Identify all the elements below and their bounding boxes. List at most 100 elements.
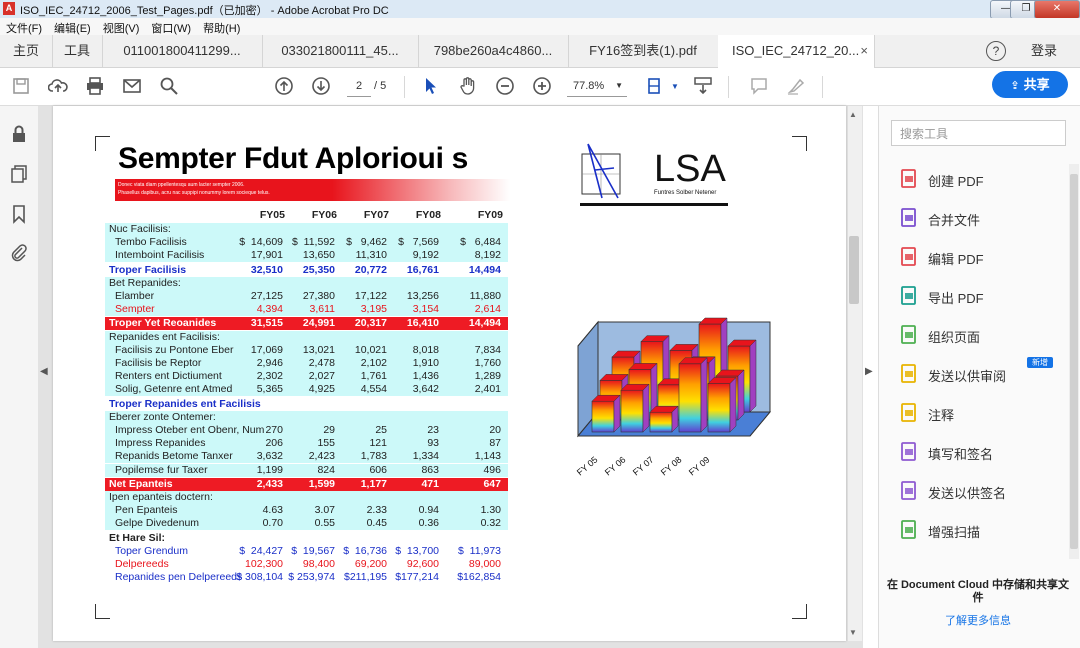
tool-item[interactable]: 合并文件 (899, 205, 1074, 233)
toolbar-divider (822, 76, 823, 98)
select-cursor-icon[interactable] (420, 76, 442, 98)
help-icon[interactable]: ? (986, 41, 1006, 61)
tool-item[interactable]: 发送以供签名 (899, 478, 1074, 506)
table-cell: 14,494 (468, 317, 501, 330)
table-cell: 2,401 (474, 383, 501, 396)
tools-pane-scroll-thumb[interactable] (1070, 174, 1078, 549)
collapse-right-arrow-icon[interactable]: ▶ (865, 366, 873, 377)
zoom-out-icon[interactable] (494, 76, 516, 98)
upload-cloud-icon[interactable] (47, 76, 69, 98)
scroll-down-arrow-icon[interactable]: ▼ (849, 628, 857, 637)
chart-category-label: FY 08 (659, 455, 684, 478)
tab-document-2[interactable]: 033021800111_45... (262, 35, 419, 67)
tab-close-icon[interactable]: × (860, 35, 868, 67)
lock-icon[interactable] (9, 124, 29, 144)
email-icon[interactable] (121, 76, 143, 98)
login-link[interactable]: 登录 (1031, 35, 1057, 67)
table-row: Sempter 4,394 3,611 3,195 3,154 2,614 (105, 303, 508, 317)
column-header: FY07 (363, 209, 389, 221)
fit-chevron-icon[interactable]: ▼ (664, 76, 686, 98)
table-cell: 27,380 (302, 290, 335, 302)
share-button[interactable]: ⇪ 共享 (992, 71, 1068, 98)
table-cell: 89,000 (468, 558, 501, 570)
tool-item[interactable]: 填写和签名 (899, 439, 1074, 467)
table-cell: $ 13,700 (395, 544, 439, 557)
table-cell: 1,289 (474, 370, 501, 383)
tab-document-4[interactable]: FY16签到表(1).pdf (568, 35, 719, 67)
table-cell: $ 11,973 (457, 544, 501, 557)
document-heading: Sempter Fdut Aplorioui s (118, 142, 469, 175)
chart-bar-front-side (642, 383, 650, 433)
window-title: ISO_IEC_24712_2006_Test_Pages.pdf（已加密） -… (20, 5, 389, 17)
table-cell: 0.94 (418, 504, 439, 517)
collapse-left-arrow-icon[interactable]: ◀ (40, 366, 50, 380)
tool-item[interactable]: 注释 (899, 400, 1074, 428)
tool-item[interactable]: 增强扫描 (899, 517, 1074, 545)
table-cell: 27,125 (250, 290, 283, 302)
save-icon[interactable] (10, 76, 32, 98)
table-cell: 1,436 (412, 370, 439, 383)
row-label: Tembo Facilisis (115, 236, 187, 249)
comment-icon (899, 402, 919, 424)
column-header: FY08 (415, 209, 441, 221)
close-window-button[interactable]: ✕ (1034, 0, 1080, 19)
table-cell: 13,256 (406, 290, 439, 302)
print-icon[interactable] (84, 76, 106, 98)
toolbar: 2 / 5 77.8% ▼ ▼ ⇪ 共享 (0, 68, 1080, 106)
learn-more-link[interactable]: 了解更多信息 (883, 612, 1073, 628)
table-row: Impress Oteber ent Obenr, Num 270 29 25 23 20 (105, 424, 508, 437)
table-cell: 1,599 (308, 477, 335, 490)
scroll-up-arrow-icon[interactable]: ▲ (849, 110, 857, 119)
table-cell: 20,317 (354, 317, 387, 330)
tool-item[interactable]: 编辑 PDF (899, 244, 1074, 272)
tool-item[interactable]: 组织页面 (899, 322, 1074, 350)
table-cell: 0.70 (262, 517, 283, 530)
title-red-band: Donec viata diam ppellentesqu aum lacter… (115, 179, 510, 201)
attachment-icon[interactable] (9, 242, 29, 262)
table-cell: 2,478 (308, 357, 335, 369)
table-cell: 25 (375, 424, 387, 436)
scrollbar-thumb[interactable] (849, 236, 859, 304)
table-row: Net Epanteis 2,433 1,599 1,177 471 647 (105, 477, 508, 491)
page-number-input[interactable]: 2 (347, 76, 371, 97)
menu-help[interactable]: 帮助(H) (197, 18, 246, 36)
table-row: Intemboint Facilisis 17,901 13,650 11,310 9,… (105, 249, 508, 263)
comment-icon[interactable] (748, 76, 770, 98)
next-page-icon[interactable] (310, 76, 332, 98)
band-text-line-1: Donec viata diam ppellentesqu aum lacter… (118, 182, 245, 188)
table-cell: 3.07 (314, 504, 335, 517)
hand-tool-icon[interactable] (457, 76, 479, 98)
zoom-level-select[interactable]: 77.8% ▼ (567, 76, 627, 97)
menu-edit[interactable]: 编辑(E) (48, 18, 97, 36)
table-cell: $ 14,609 (239, 236, 283, 249)
tab-tools[interactable]: 工具 (52, 35, 103, 67)
vertical-scrollbar[interactable] (847, 106, 862, 641)
tab-home[interactable]: 主页 (0, 35, 53, 67)
search-icon[interactable] (158, 76, 180, 98)
highlight-pen-icon[interactable] (785, 76, 807, 98)
tab-document-3[interactable]: 798be260a4c4860... (418, 35, 569, 67)
search-tools-input[interactable]: 搜索工具 (891, 120, 1066, 146)
scroll-mode-icon[interactable] (692, 76, 714, 98)
bookmark-icon[interactable] (9, 204, 29, 224)
menu-file[interactable]: 文件(F) (0, 18, 48, 36)
row-label: Renters ent Dictiument (115, 370, 222, 383)
table-cell: $ 11,592 (291, 236, 335, 249)
zoom-in-icon[interactable] (531, 76, 553, 98)
tools-pane-scrollbar[interactable] (1069, 164, 1079, 559)
tab-active-document[interactable]: ISO_IEC_24712_20... × (718, 35, 875, 68)
table-cell: $ 308,104 (236, 571, 283, 584)
tool-item[interactable]: 导出 PDF (899, 283, 1074, 311)
tool-item[interactable]: 创建 PDF (899, 166, 1074, 194)
table-cell: 11,880 (469, 290, 501, 302)
tab-document-1[interactable]: 011001800411299... (102, 35, 263, 67)
menu-window[interactable]: 窗口(W) (145, 18, 197, 36)
previous-page-icon[interactable] (273, 76, 295, 98)
page-thumbnails-icon[interactable] (9, 164, 29, 184)
table-cell: 863 (421, 463, 439, 476)
chart-bar-back-side (749, 339, 757, 413)
row-label: Popilemse fur Taxer (115, 463, 208, 476)
logo-subtitle: Funtres Solber Netener (654, 190, 717, 196)
tool-label: 增强扫描 (928, 525, 981, 540)
menu-view[interactable]: 视图(V) (97, 18, 146, 36)
